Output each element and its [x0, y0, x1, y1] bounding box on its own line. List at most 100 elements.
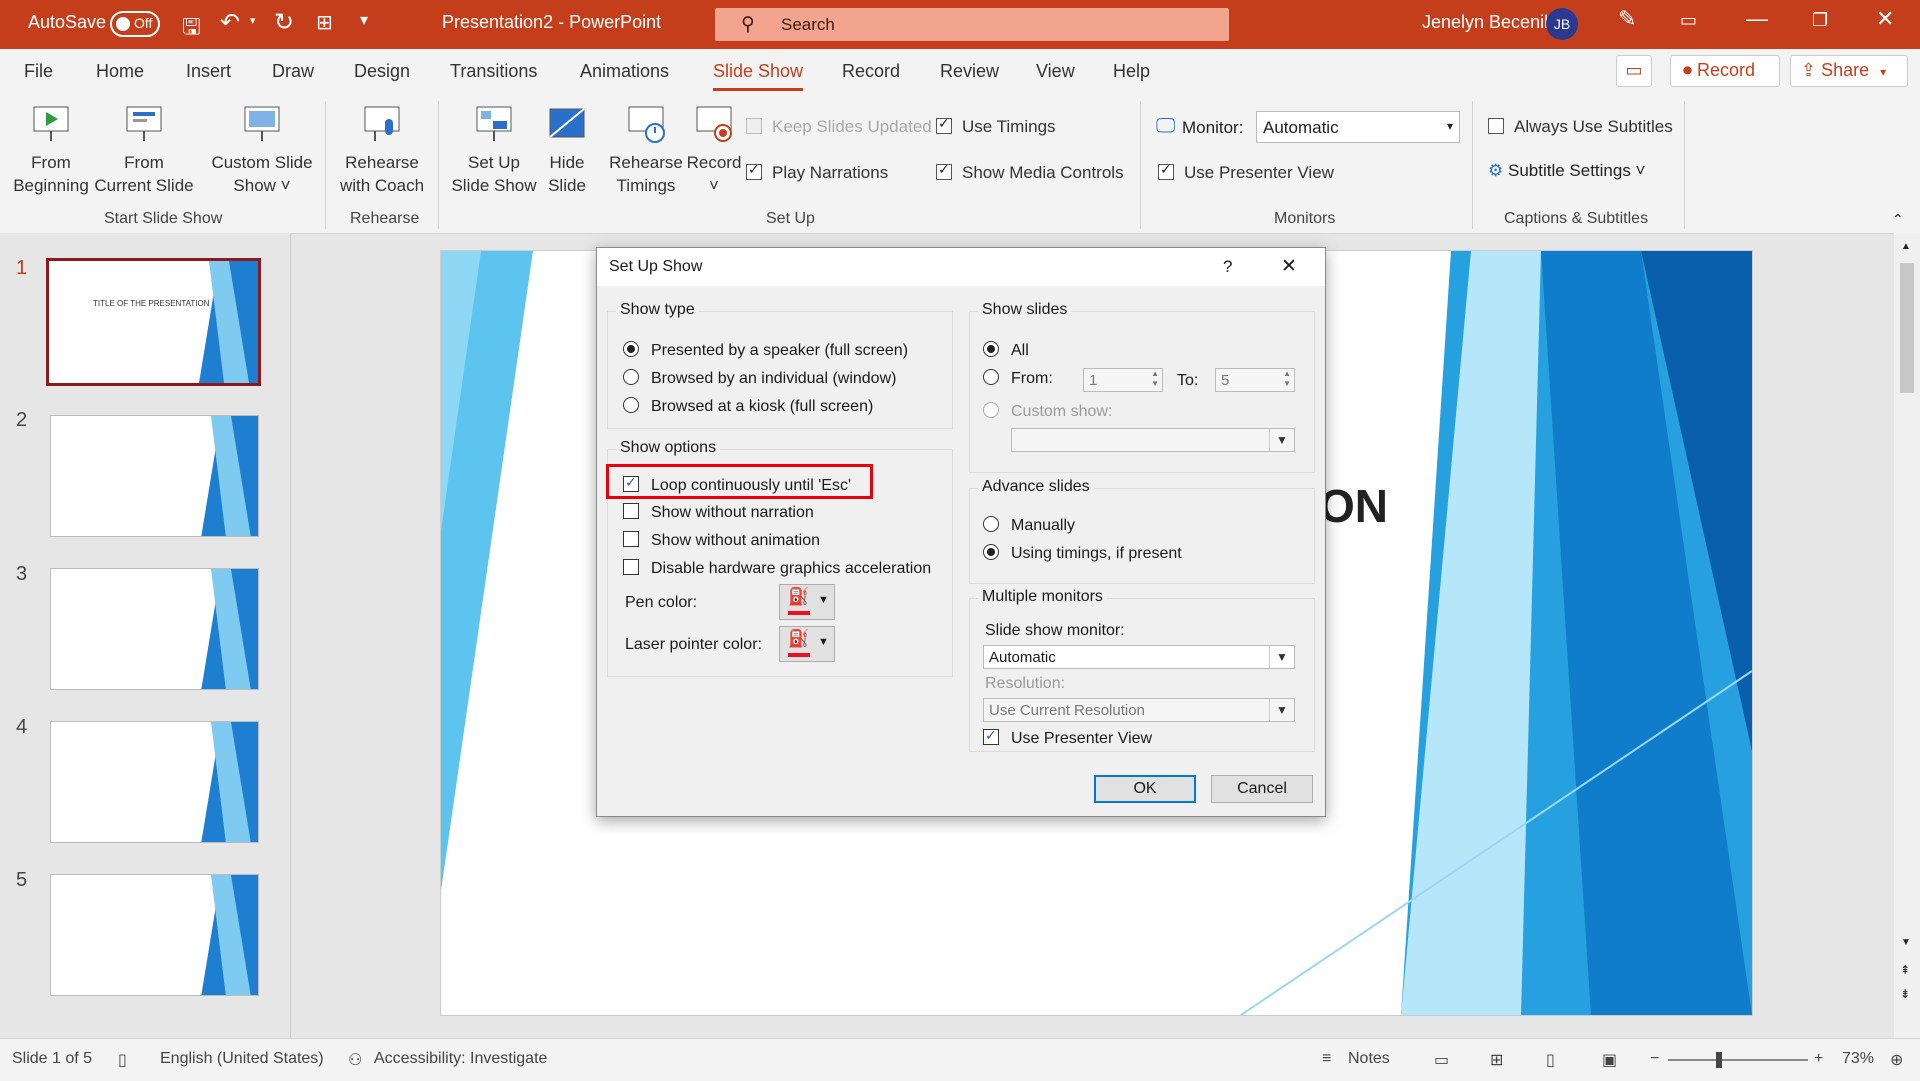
- zoom-slider[interactable]: [1668, 1052, 1808, 1068]
- tab-animations[interactable]: Animations: [580, 61, 669, 82]
- tab-insert[interactable]: Insert: [186, 61, 231, 82]
- slide-thumbnail-3[interactable]: [50, 568, 259, 690]
- tab-record[interactable]: Record: [842, 61, 900, 82]
- tab-draw[interactable]: Draw: [272, 61, 314, 82]
- undo-icon[interactable]: ↶: [220, 8, 240, 37]
- slide-thumbnail-panel: 1 TITLE OF THE PRESENTATION 2 3 4 5: [0, 233, 291, 1038]
- next-slide-icon[interactable]: ⇟: [1900, 987, 1910, 1001]
- ok-button[interactable]: OK: [1094, 775, 1196, 803]
- play-narrations-checkbox[interactable]: Play Narrations: [746, 161, 888, 183]
- slide-thumbnail-5[interactable]: [50, 874, 259, 996]
- rehearse-with-coach-button[interactable]: Rehearse with Coach: [334, 103, 430, 197]
- comments-icon[interactable]: ▭: [1616, 55, 1652, 87]
- restore-icon[interactable]: ❐: [1812, 10, 1828, 31]
- previous-slide-icon[interactable]: ⇞: [1900, 963, 1910, 977]
- radio-advance-manually[interactable]: Manually: [983, 516, 1075, 535]
- from-beginning-button[interactable]: From Beginning: [10, 103, 92, 197]
- checkbox-show-without-narration[interactable]: Show without narration: [623, 503, 814, 522]
- record-slide-show-button[interactable]: Record ˅: [684, 103, 744, 197]
- normal-view-icon[interactable]: ▭: [1434, 1050, 1449, 1070]
- reading-view-icon[interactable]: ▯: [1546, 1050, 1555, 1070]
- zoom-in-icon[interactable]: +: [1814, 1050, 1823, 1068]
- radio-all-slides[interactable]: All: [983, 341, 1029, 360]
- slide-show-monitor-select[interactable]: Automatic ▼: [983, 645, 1295, 669]
- scroll-up-icon[interactable]: ▲: [1901, 241, 1911, 252]
- zoom-out-icon[interactable]: −: [1650, 1050, 1659, 1068]
- ribbon-display-icon[interactable]: ▭: [1680, 10, 1697, 31]
- rehearse-timings-button[interactable]: Rehearse Timings: [604, 103, 688, 197]
- checkbox-use-presenter-view[interactable]: Use Presenter View: [983, 727, 1152, 748]
- thumb-decoration: [201, 569, 258, 689]
- checkbox-disable-hw-acceleration[interactable]: Disable hardware graphics acceleration: [623, 559, 931, 578]
- collapse-ribbon-icon[interactable]: ⌃: [1892, 211, 1904, 228]
- tab-transitions[interactable]: Transitions: [450, 61, 537, 82]
- monitor-label: Monitor:: [1182, 118, 1244, 137]
- close-icon[interactable]: ✕: [1281, 255, 1297, 278]
- slide-thumbnail-1[interactable]: TITLE OF THE PRESENTATION: [46, 258, 261, 386]
- save-icon[interactable]: 🖫: [182, 10, 201, 48]
- share-button[interactable]: ⇪ Share ▾: [1790, 55, 1908, 87]
- pen-icon[interactable]: ✎: [1618, 6, 1636, 32]
- spinner-icon[interactable]: ▲ ▼: [1283, 369, 1291, 389]
- pen-color-picker[interactable]: ⛽ ▼: [779, 584, 835, 620]
- radio-dot: [623, 341, 639, 357]
- help-icon[interactable]: ?: [1223, 257, 1232, 277]
- radio-presented-by-speaker[interactable]: Presented by a speaker (full screen): [623, 341, 908, 360]
- tab-file[interactable]: File: [24, 61, 53, 82]
- spinner-icon[interactable]: ▲ ▼: [1151, 369, 1159, 389]
- radio-from-slides[interactable]: From:: [983, 369, 1053, 388]
- tab-home[interactable]: Home: [96, 61, 144, 82]
- cancel-button[interactable]: Cancel: [1211, 775, 1313, 803]
- slide-sorter-icon[interactable]: ⊞: [1490, 1050, 1503, 1070]
- set-up-slide-show-button[interactable]: Set Up Slide Show: [448, 103, 540, 197]
- scroll-down-icon[interactable]: ▼: [1901, 937, 1911, 948]
- radio-browsed-at-kiosk[interactable]: Browsed at a kiosk (full screen): [623, 397, 873, 416]
- checkbox-box: [1158, 161, 1174, 180]
- tab-review[interactable]: Review: [940, 61, 999, 82]
- close-window-icon[interactable]: ✕: [1876, 6, 1894, 32]
- avatar[interactable]: JB: [1546, 8, 1578, 40]
- to-slide-input[interactable]: 5 ▲ ▼: [1215, 368, 1295, 392]
- language[interactable]: English (United States): [160, 1050, 324, 1068]
- tab-view[interactable]: View: [1036, 61, 1075, 82]
- zoom-slider-thumb[interactable]: [1716, 1052, 1722, 1068]
- always-use-subtitles-checkbox[interactable]: Always Use Subtitles: [1488, 117, 1673, 137]
- fit-to-window-icon[interactable]: ⊕: [1890, 1050, 1903, 1070]
- show-media-controls-label: Show Media Controls: [962, 163, 1124, 182]
- checkbox-show-without-animation[interactable]: Show without animation: [623, 531, 820, 550]
- radio-using-timings[interactable]: Using timings, if present: [983, 544, 1182, 563]
- from-slide-input[interactable]: 1 ▲ ▼: [1083, 368, 1163, 392]
- record-button[interactable]: ⏺ Record: [1670, 55, 1780, 87]
- zoom-level[interactable]: 73%: [1842, 1050, 1874, 1068]
- accessibility-status[interactable]: Accessibility: Investigate: [374, 1050, 547, 1068]
- spell-check-icon[interactable]: ▯: [118, 1050, 127, 1070]
- hide-slide-button[interactable]: Hide Slide: [540, 103, 594, 197]
- scroll-thumb[interactable]: [1900, 263, 1914, 393]
- radio-browsed-by-individual[interactable]: Browsed by an individual (window): [623, 369, 896, 388]
- use-timings-checkbox[interactable]: Use Timings: [936, 115, 1056, 137]
- search-box[interactable]: ⚲ Search: [715, 8, 1229, 41]
- slide-thumbnail-2[interactable]: [50, 415, 259, 537]
- chevron-down-icon: ▼: [818, 594, 829, 606]
- present-icon[interactable]: ⊞: [316, 10, 333, 35]
- laser-pointer-color-picker[interactable]: ⛽ ▼: [779, 626, 835, 662]
- tab-help[interactable]: Help: [1113, 61, 1150, 82]
- monitor-select[interactable]: Automatic ▾: [1256, 111, 1460, 143]
- ribbon-presenter-view-checkbox[interactable]: Use Presenter View: [1158, 161, 1334, 183]
- slide-thumbnail-4[interactable]: [50, 721, 259, 843]
- minimize-icon[interactable]: —: [1746, 6, 1768, 32]
- pen-color-swatch: [788, 611, 810, 615]
- notes-button[interactable]: Notes: [1348, 1050, 1390, 1068]
- tab-slide-show[interactable]: Slide Show: [713, 61, 804, 91]
- tab-design[interactable]: Design: [354, 61, 410, 82]
- from-current-slide-button[interactable]: From Current Slide: [92, 103, 196, 197]
- custom-slide-show-button[interactable]: Custom Slide Show ˅: [204, 103, 320, 197]
- autosave-toggle[interactable]: Off: [110, 11, 160, 37]
- undo-dropdown-icon[interactable]: ▾: [250, 14, 256, 27]
- slide-show-view-icon[interactable]: ▣: [1602, 1050, 1617, 1070]
- subtitle-settings-button[interactable]: ⚙ Subtitle Settings ˅: [1488, 161, 1646, 181]
- customize-toolbar-icon[interactable]: ▾: [360, 10, 368, 30]
- vertical-scrollbar[interactable]: ▲ ▼ ⇞ ⇟: [1894, 233, 1920, 1038]
- redo-icon[interactable]: ↻: [274, 8, 294, 37]
- show-media-controls-checkbox[interactable]: Show Media Controls: [936, 161, 1124, 183]
